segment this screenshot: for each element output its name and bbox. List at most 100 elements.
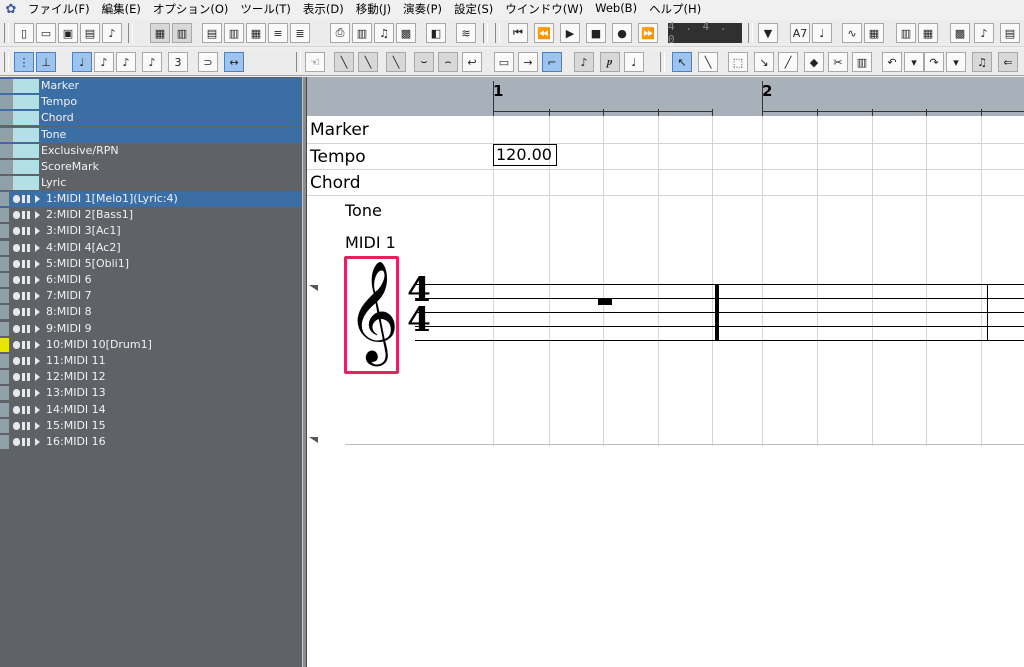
track-expand-icon[interactable] — [35, 227, 40, 236]
midi-track-row[interactable]: 2:MIDI 2[Bass1] — [0, 207, 302, 223]
slur-down-icon[interactable]: ⌢ — [438, 52, 458, 72]
app-icon[interactable]: ✿ — [0, 0, 22, 18]
beam-icon[interactable]: ⌐ — [542, 52, 562, 72]
track-mute-box[interactable] — [0, 111, 13, 126]
drum-icon[interactable]: ▩ — [396, 23, 416, 43]
toolbar-grip[interactable] — [4, 23, 9, 43]
snap-icon[interactable]: ⊥ — [36, 52, 56, 72]
undo-icon[interactable]: ↶ — [882, 52, 902, 72]
more-tools-icon[interactable]: ▤ — [1000, 23, 1020, 43]
track-expand-icon[interactable] — [35, 357, 40, 365]
track-mute-box[interactable] — [0, 79, 13, 93]
eighth-note-icon[interactable]: ♪ — [94, 52, 114, 72]
text-box-icon[interactable]: ▭ — [494, 52, 514, 72]
velocity-tool-icon[interactable]: ◆ — [804, 52, 824, 72]
arrow-right-icon[interactable]: → — [518, 52, 538, 72]
tempo-value-field[interactable]: 120.00 — [493, 144, 557, 166]
special-track-row[interactable]: Exclusive/RPN — [0, 143, 302, 159]
waveform-view-icon[interactable]: ∿ — [842, 23, 862, 43]
menu-item[interactable]: Web(B) — [589, 1, 643, 17]
special-track-row[interactable]: Chord — [0, 110, 302, 127]
special-track-row[interactable]: Lyric — [0, 175, 302, 191]
triplet-icon[interactable]: 3 — [168, 52, 188, 72]
track-mute-box[interactable] — [0, 95, 13, 110]
glue-tool-icon[interactable]: ▥ — [852, 52, 872, 72]
stop-icon[interactable]: ■ — [586, 23, 606, 43]
thirty-second-note-icon[interactable]: ♪ — [142, 52, 162, 72]
special-track-row[interactable]: Tempo — [0, 94, 302, 111]
track-expand-icon[interactable] — [35, 243, 40, 252]
fit-width-icon[interactable]: ↔ — [224, 52, 244, 72]
piano-roll-icon[interactable]: ▦ — [246, 23, 266, 43]
mixer-icon[interactable]: ▥ — [224, 23, 244, 43]
play-icon[interactable]: ▶ — [560, 23, 580, 43]
track-view-icon[interactable]: ▤ — [202, 23, 222, 43]
mixer-strip-icon[interactable]: ▥ — [896, 23, 916, 43]
insert-icon[interactable]: ↘ — [754, 52, 774, 72]
quarter-note-icon[interactable]: ♩ — [72, 52, 92, 72]
track-mute-box[interactable] — [0, 176, 13, 191]
midi-track-row[interactable]: 6:MIDI 6 — [0, 272, 302, 288]
special-track-row[interactable]: ScoreMark — [0, 159, 302, 175]
menu-item[interactable]: 移動(J) — [350, 1, 397, 17]
slash-tool-icon[interactable]: ╲ — [386, 52, 406, 72]
midi-track-row[interactable]: 14:MIDI 14 — [0, 402, 302, 418]
grid-icon[interactable]: ▩ — [950, 23, 970, 43]
midi-track-row[interactable]: 3:MIDI 3[Ac1] — [0, 223, 302, 239]
staff-marker-top-icon[interactable] — [309, 285, 318, 291]
midi-track-row[interactable]: 11:MIDI 11 — [0, 353, 302, 369]
track-expand-icon[interactable] — [35, 340, 40, 349]
midi-track-row[interactable]: 16:MIDI 16 — [0, 434, 302, 450]
menu-item[interactable]: 設定(S) — [448, 1, 499, 17]
midi-track-row[interactable]: 8:MIDI 8 — [0, 304, 302, 320]
slur-up-icon[interactable]: ⌣ — [414, 52, 434, 72]
redo-dropdown-icon[interactable]: ▾ — [946, 52, 966, 72]
lyric-text-icon[interactable]: 𝆏 — [600, 52, 620, 72]
shortcut-tool-icon[interactable]: ⇐ — [998, 52, 1018, 72]
guitar-icon[interactable]: ♫ — [374, 23, 394, 43]
midi-track-row[interactable]: 13:MIDI 13 — [0, 385, 302, 401]
window-cascade-icon[interactable]: ▦ — [150, 23, 170, 43]
midi-track-row[interactable]: 15:MIDI 15 — [0, 418, 302, 434]
guitar-tool-icon[interactable]: ♫ — [972, 52, 992, 72]
track-expand-icon[interactable] — [35, 308, 40, 317]
jump-to-end-icon[interactable]: ♪ — [974, 23, 994, 43]
time-signature[interactable]: 4 4 — [405, 273, 433, 337]
double-line-tool-icon[interactable]: ╲ — [358, 52, 378, 72]
event-list-icon[interactable]: ≡ — [268, 23, 288, 43]
keyboard-icon[interactable]: ▥ — [352, 23, 372, 43]
import-icon[interactable]: ♪ — [102, 23, 122, 43]
metronome-icon[interactable]: ▼ — [758, 23, 778, 43]
fast-forward-icon[interactable]: ⏩ — [638, 23, 658, 43]
line-tool-icon[interactable]: ╲ — [334, 52, 354, 72]
effects-icon[interactable]: ▦ — [864, 23, 884, 43]
midi-track-row[interactable]: 5:MIDI 5[Obli1] — [0, 256, 302, 272]
special-track-row[interactable]: Tone — [0, 126, 302, 143]
midi-track-row[interactable]: 10:MIDI 10[Drum1] — [0, 337, 302, 353]
rewind-icon[interactable]: ⏪ — [534, 23, 554, 43]
menu-item[interactable]: ツール(T) — [234, 1, 297, 17]
menu-item[interactable]: ウインドウ(W) — [499, 1, 589, 17]
staff-view-icon[interactable]: ≣ — [290, 23, 310, 43]
sixteenth-note-icon[interactable]: ♪ — [116, 52, 136, 72]
track-expand-icon[interactable] — [35, 405, 40, 414]
menu-item[interactable]: オプション(O) — [147, 1, 235, 17]
midi-track-row[interactable]: 9:MIDI 9 — [0, 321, 302, 337]
treble-clef-icon[interactable]: 𝄞 — [347, 251, 399, 371]
track-expand-icon[interactable] — [35, 389, 40, 398]
tie-icon[interactable]: ⊃ — [198, 52, 218, 72]
pencil-tool-icon[interactable]: ╲ — [698, 52, 718, 72]
track-expand-icon[interactable] — [35, 211, 40, 220]
open-folder-icon[interactable]: ▭ — [36, 23, 56, 43]
score-editor[interactable]: 1 2 Marker Tempo Chord 120.00 Tone MIDI … — [307, 77, 1024, 667]
midi-track-row[interactable]: 4:MIDI 4[Ac2] — [0, 240, 302, 256]
window-tile-icon[interactable]: ▥ — [172, 23, 192, 43]
note-box-icon[interactable]: ♩ — [624, 52, 644, 72]
menu-item[interactable]: 演奏(P) — [397, 1, 448, 17]
range-select-icon[interactable]: ⬚ — [728, 52, 748, 72]
track-expand-icon[interactable] — [35, 324, 40, 333]
track-mute-box[interactable] — [0, 127, 13, 142]
eraser-tool-icon[interactable]: ╱ — [778, 52, 798, 72]
whole-rest-icon[interactable] — [598, 298, 612, 305]
track-mute-box[interactable] — [0, 143, 13, 158]
